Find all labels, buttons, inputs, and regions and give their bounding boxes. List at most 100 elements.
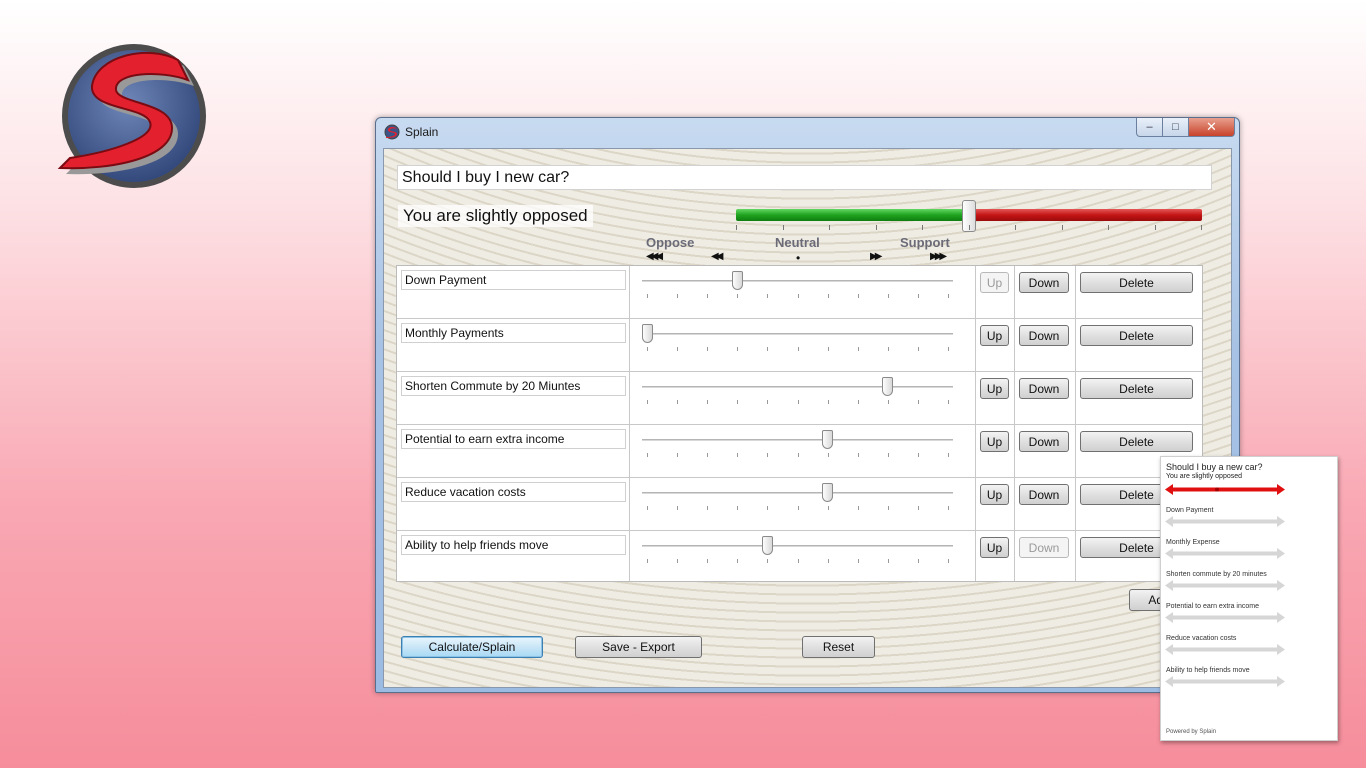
slider-tick: [887, 294, 889, 298]
slider-tick: [857, 453, 859, 457]
minimize-icon: –: [1146, 121, 1153, 133]
reset-button[interactable]: Reset: [802, 636, 875, 658]
scale-neutral-label: Neutral: [775, 235, 820, 250]
maximize-button[interactable]: □: [1163, 118, 1189, 137]
move-down-button[interactable]: Down: [1019, 325, 1069, 346]
move-up-button[interactable]: Up: [980, 272, 1009, 293]
slider-tick: [857, 506, 859, 510]
slider-tick: [647, 506, 648, 510]
minimize-button[interactable]: –: [1136, 118, 1163, 137]
gauge-tick: [1201, 225, 1202, 230]
gauge-tick: [829, 225, 830, 230]
move-up-button[interactable]: Up: [980, 325, 1009, 346]
move-up-button[interactable]: Up: [980, 378, 1009, 399]
preview-item-bar: [1165, 676, 1285, 687]
slider-tick: [707, 559, 709, 563]
preview-item-bar: [1165, 612, 1285, 623]
gauge-tick: [782, 225, 784, 230]
move-up-button[interactable]: Up: [980, 537, 1009, 558]
slider-tick: [948, 294, 949, 298]
factor-weight-slider[interactable]: [642, 319, 953, 371]
factor-weight-slider[interactable]: [642, 531, 953, 583]
move-down-button[interactable]: Down: [1019, 484, 1069, 505]
factor-weight-slider[interactable]: [642, 478, 953, 530]
move-down-button[interactable]: Down: [1019, 537, 1069, 558]
factor-name-input[interactable]: [401, 429, 626, 449]
gauge-support-fill: [736, 209, 969, 221]
gauge-tick: [1108, 225, 1109, 230]
slider-thumb[interactable]: [822, 430, 833, 449]
factor-name-input[interactable]: [401, 323, 626, 343]
scale-support-label: Support: [900, 235, 950, 250]
move-up-button[interactable]: Up: [980, 484, 1009, 505]
slider-tick: [677, 294, 679, 298]
slider-tick: [827, 294, 829, 298]
factor-name-input[interactable]: [401, 482, 626, 502]
slider-tick: [827, 506, 829, 510]
slider-tick: [767, 559, 769, 563]
preview-verdict: You are slightly opposed: [1166, 473, 1243, 480]
preview-item-label: Shorten commute by 20 minutes: [1166, 571, 1267, 578]
calculate-button[interactable]: Calculate/Splain: [401, 636, 543, 658]
slider-tick: [887, 506, 889, 510]
slider-thumb[interactable]: [822, 483, 833, 502]
slider-tick: [917, 294, 919, 298]
slider-thumb[interactable]: [882, 377, 893, 396]
slider-tick: [737, 347, 739, 351]
slider-tick: [737, 506, 739, 510]
slider-tick: [797, 506, 799, 510]
slider-tick: [797, 347, 799, 351]
preview-item-bar: [1165, 548, 1285, 559]
delete-factor-button[interactable]: Delete: [1080, 431, 1193, 452]
close-button[interactable]: ✕: [1189, 118, 1235, 137]
question-input[interactable]: [397, 165, 1212, 190]
factor-name-input[interactable]: [401, 376, 626, 396]
preview-item-label: Down Payment: [1166, 507, 1214, 514]
slider-tick: [707, 453, 709, 457]
slider-tick: [677, 506, 679, 510]
app-window: Splain – □ ✕ You are slightly opposed Op…: [375, 117, 1240, 693]
move-down-button[interactable]: Down: [1019, 378, 1069, 399]
strong-oppose-arrows-icon: ◀◀◀: [646, 251, 663, 262]
move-down-button[interactable]: Down: [1019, 272, 1069, 293]
factor-weight-slider[interactable]: [642, 372, 953, 424]
slider-tick: [917, 400, 919, 404]
caption-buttons: – □ ✕: [1136, 118, 1235, 138]
slider-thumb[interactable]: [762, 536, 773, 555]
slider-tick: [767, 453, 769, 457]
slider-tick: [647, 453, 648, 457]
slider-tick: [737, 453, 739, 457]
move-down-button[interactable]: Down: [1019, 431, 1069, 452]
save-export-button[interactable]: Save - Export: [575, 636, 702, 658]
factor-name-input[interactable]: [401, 535, 626, 555]
slider-tick: [707, 506, 709, 510]
overall-gauge: [736, 200, 1202, 232]
slider-tick: [917, 347, 919, 351]
slider-track: [642, 333, 953, 335]
gauge-oppose-fill: [969, 209, 1202, 221]
support-arrows-icon: ▶▶: [870, 251, 883, 262]
gauge-tick: [875, 225, 877, 230]
slider-tick: [887, 559, 889, 563]
slider-tick: [887, 453, 889, 457]
slider-thumb[interactable]: [642, 324, 653, 343]
factor-row: Up Down Delete: [397, 372, 1202, 425]
factor-name-input[interactable]: [401, 270, 626, 290]
slider-tick: [948, 453, 949, 457]
factor-weight-slider[interactable]: [642, 425, 953, 477]
delete-factor-button[interactable]: Delete: [1080, 325, 1193, 346]
slider-thumb[interactable]: [732, 271, 743, 290]
slider-tick: [767, 347, 769, 351]
factor-weight-slider[interactable]: [642, 266, 953, 318]
title-bar[interactable]: Splain – □ ✕: [376, 118, 1239, 146]
move-up-button[interactable]: Up: [980, 431, 1009, 452]
delete-factor-button[interactable]: Delete: [1080, 272, 1193, 293]
gauge-tick: [1015, 225, 1016, 230]
slider-tick: [707, 347, 709, 351]
preview-item-label: Potential to earn extra income: [1166, 603, 1259, 610]
slider-tick: [827, 400, 829, 404]
close-icon: ✕: [1206, 119, 1217, 134]
factor-row: Up Down Delete: [397, 266, 1202, 319]
delete-factor-button[interactable]: Delete: [1080, 378, 1193, 399]
slider-tick: [827, 559, 829, 563]
